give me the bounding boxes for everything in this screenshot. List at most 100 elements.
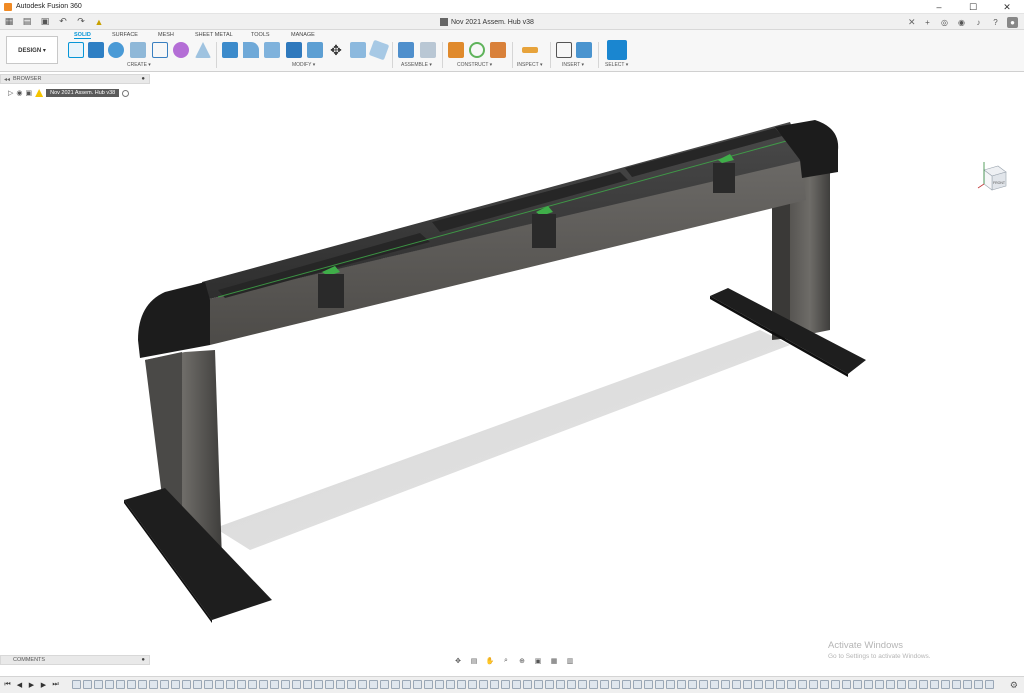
timeline-feature-icon[interactable] (710, 680, 719, 689)
timeline-feature-icon[interactable] (589, 680, 598, 689)
timeline-feature-icon[interactable] (809, 680, 818, 689)
timeline-feature-icon[interactable] (523, 680, 532, 689)
timeline-feature-icon[interactable] (358, 680, 367, 689)
comments-pin-icon[interactable]: ● (141, 657, 145, 663)
split-body-icon[interactable] (368, 39, 390, 61)
timeline-feature-icon[interactable] (787, 680, 796, 689)
timeline-feature-icon[interactable] (193, 680, 202, 689)
tab-sheet-metal[interactable]: SHEET METAL (195, 32, 233, 38)
undo-icon[interactable]: ↶ (57, 16, 69, 28)
data-panel-grid-icon[interactable]: ▦ (3, 16, 15, 28)
new-tab-plus-icon[interactable]: + (922, 17, 933, 28)
timeline-feature-icon[interactable] (578, 680, 587, 689)
timeline-feature-icon[interactable] (424, 680, 433, 689)
activate-radio-icon[interactable] (122, 89, 130, 97)
box-icon[interactable] (130, 42, 146, 58)
timeline-feature-icon[interactable] (270, 680, 279, 689)
timeline-feature-icon[interactable] (666, 680, 675, 689)
timeline-feature-icon[interactable] (237, 680, 246, 689)
timeline-feature-icon[interactable] (138, 680, 147, 689)
timeline-feature-icon[interactable] (259, 680, 268, 689)
timeline-feature-icon[interactable] (919, 680, 928, 689)
timeline-feature-icon[interactable] (556, 680, 565, 689)
tab-tools[interactable]: TOOLS (251, 32, 270, 38)
combine-icon[interactable] (307, 42, 323, 58)
revolve-icon[interactable] (108, 42, 124, 58)
close-button[interactable]: ✕ (990, 0, 1024, 14)
timeline-feature-icon[interactable] (490, 680, 499, 689)
mirror-icon[interactable] (195, 42, 211, 58)
timeline-feature-icon[interactable] (105, 680, 114, 689)
assemble-group-label[interactable]: ASSEMBLE ▾ (401, 62, 432, 68)
timeline-feature-icon[interactable] (512, 680, 521, 689)
timeline-feature-icon[interactable] (963, 680, 972, 689)
timeline-feature-icon[interactable] (930, 680, 939, 689)
pan-hand-icon[interactable]: ✋ (484, 656, 496, 665)
help-icon[interactable]: ? (990, 17, 1001, 28)
timeline-feature-icon[interactable] (721, 680, 730, 689)
workspace-switcher-button[interactable]: DESIGN ▾ (6, 36, 58, 64)
shell-icon[interactable] (286, 42, 302, 58)
timeline-settings-gear-icon[interactable]: ⚙ (1010, 680, 1018, 691)
comments-panel-header[interactable]: COMMENTS ● (0, 655, 150, 665)
midplane-icon[interactable] (490, 42, 506, 58)
browser-root-node[interactable]: ▷ ◉ ▣ Nov 2021 Assem. Hub v38 (8, 88, 130, 98)
fillet-icon[interactable] (243, 42, 259, 58)
timeline-feature-icon[interactable] (303, 680, 312, 689)
timeline-feature-icon[interactable] (699, 680, 708, 689)
zoom-icon[interactable]: ⌕ (500, 656, 512, 665)
timeline-feature-icon[interactable] (127, 680, 136, 689)
timeline-feature-icon[interactable] (908, 680, 917, 689)
timeline-feature-icon[interactable] (402, 680, 411, 689)
timeline-feature-icon[interactable] (677, 680, 686, 689)
pin-icon[interactable]: ● (141, 76, 145, 82)
job-status-warning-icon[interactable]: ▲ (93, 16, 105, 28)
timeline-feature-icon[interactable] (281, 680, 290, 689)
notifications-bell-icon[interactable]: ♪ (973, 17, 984, 28)
timeline-feature-icon[interactable] (622, 680, 631, 689)
timeline-feature-icon[interactable] (116, 680, 125, 689)
viewcube[interactable]: FRONT (976, 158, 1012, 194)
tab-surface[interactable]: SURFACE (112, 32, 138, 38)
timeline-feature-icon[interactable] (600, 680, 609, 689)
play-icon[interactable]: ▶ (27, 681, 36, 690)
timeline-feature-icon[interactable] (831, 680, 840, 689)
timeline-feature-icon[interactable] (457, 680, 466, 689)
viewports-icon[interactable]: ▥ (564, 656, 576, 665)
timeline-feature-icon[interactable] (776, 680, 785, 689)
go-to-start-icon[interactable]: ⏮ (3, 681, 12, 690)
timeline-feature-icon[interactable] (886, 680, 895, 689)
timeline-feature-icon[interactable] (611, 680, 620, 689)
create-form-icon[interactable] (173, 42, 189, 58)
select-group-label[interactable]: SELECT ▾ (605, 62, 628, 68)
tab-solid[interactable]: SOLID (74, 32, 91, 39)
timeline-feature-icon[interactable] (688, 680, 697, 689)
insert-group-label[interactable]: INSERT ▾ (562, 62, 584, 68)
construct-group-label[interactable]: CONSTRUCT ▾ (457, 62, 492, 68)
visibility-eye-icon[interactable]: ◉ (16, 89, 22, 97)
display-settings-icon[interactable]: ▣ (532, 656, 544, 665)
timeline-feature-icon[interactable] (380, 680, 389, 689)
move-copy-icon[interactable]: ✥ (328, 42, 344, 58)
timeline-feature-icon[interactable] (534, 680, 543, 689)
inspect-group-label[interactable]: INSPECT ▾ (517, 62, 542, 68)
timeline-feature-icon[interactable] (336, 680, 345, 689)
timeline-feature-icon[interactable] (864, 680, 873, 689)
timeline-feature-icon[interactable] (369, 680, 378, 689)
document-tab[interactable]: Nov 2021 Assem. Hub v38 (440, 14, 534, 30)
timeline-feature-icon[interactable] (655, 680, 664, 689)
browser-panel-header[interactable]: ◂◂ BROWSER ● (0, 74, 150, 84)
maximize-button[interactable]: ☐ (956, 0, 990, 14)
assembly-model[interactable] (0, 72, 1024, 654)
insert-derive-icon[interactable] (556, 42, 572, 58)
step-forward-icon[interactable]: ▶ (39, 681, 48, 690)
chamfer-icon[interactable] (264, 42, 280, 58)
fit-icon[interactable]: ⊕ (516, 656, 528, 665)
timeline-feature-icon[interactable] (732, 680, 741, 689)
collapse-arrow-icon[interactable]: ◂◂ (4, 76, 10, 83)
timeline-feature-icon[interactable] (94, 680, 103, 689)
timeline-feature-icon[interactable] (325, 680, 334, 689)
timeline-feature-icon[interactable] (501, 680, 510, 689)
create-sketch-icon[interactable] (68, 42, 84, 58)
insert-canvas-icon[interactable] (576, 42, 592, 58)
